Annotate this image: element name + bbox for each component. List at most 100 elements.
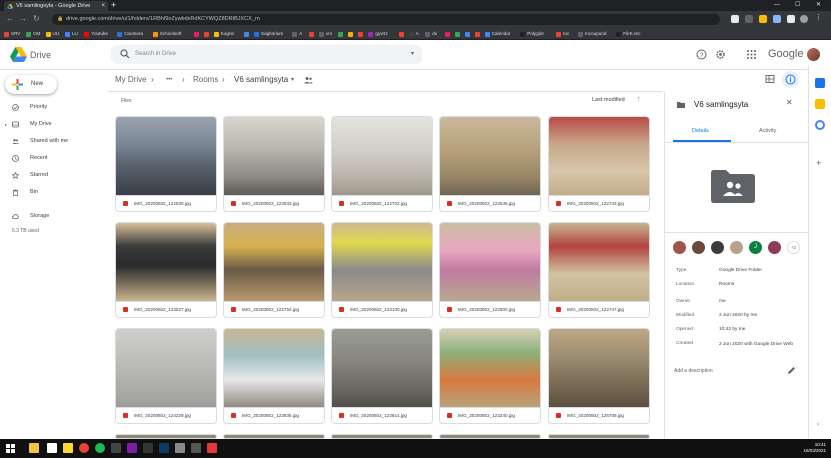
folder-dropdown-icon[interactable]: ▾ — [291, 74, 294, 86]
file-thumbnail[interactable] — [549, 223, 649, 301]
file-thumbnail[interactable] — [332, 117, 432, 195]
file-card[interactable]: IMG_20200602_122800.jpg — [439, 222, 541, 318]
bookmark-item[interactable]: Sagborium — [254, 30, 283, 38]
photoshop-icon[interactable] — [159, 443, 169, 453]
browser-tab-active[interactable]: V6 samlingsyta - Google Drive × — [4, 1, 108, 11]
sort-control[interactable]: Last modified ↑ — [592, 96, 641, 103]
file-name-row[interactable]: IMG_20200602_123027.jpg — [116, 301, 216, 317]
file-name-row[interactable]: IMG_20200602_124229.jpg — [116, 407, 216, 423]
file-name-row[interactable]: IMG_20200602_125708.jpg — [549, 407, 649, 423]
bookmark-item[interactable]: gyvrtz — [368, 30, 388, 38]
edit-pencil-icon[interactable] — [787, 366, 796, 375]
app-icon[interactable] — [175, 443, 185, 453]
bookmark-item[interactable] — [348, 30, 355, 38]
bookmark-item[interactable]: Calendar — [484, 30, 510, 38]
chrome-icon[interactable] — [79, 443, 89, 453]
drive-logo-icon[interactable] — [10, 47, 27, 62]
file-card[interactable]: IMG_20200602_123240.jpg — [439, 328, 541, 424]
taskbar-clock[interactable]: 10:41 16/03/2021 — [792, 442, 826, 454]
tab-activity[interactable]: Activity — [759, 128, 776, 134]
help-icon[interactable]: ? — [696, 49, 707, 60]
bookmark-item[interactable] — [244, 30, 251, 38]
bookmark-item[interactable] — [193, 30, 201, 38]
tab-details[interactable]: Details — [692, 128, 709, 134]
file-name-row[interactable]: IMG_20200602_123835.jpg — [224, 407, 324, 423]
bookmark-item[interactable]: SRV — [4, 30, 20, 38]
bookmark-item[interactable] — [309, 30, 316, 38]
bookmark-item[interactable] — [398, 30, 406, 38]
file-thumbnail[interactable] — [116, 117, 216, 195]
file-name-row[interactable]: IMG_20200602_122633.jpg — [224, 195, 324, 211]
sidebar-item-my-drive[interactable]: ▸ My Drive — [0, 119, 104, 130]
search-options-icon[interactable]: ▾ — [411, 45, 414, 64]
maximize-icon[interactable]: ☐ — [795, 0, 800, 11]
file-name-row[interactable]: IMG_20200602_122743.jpg — [549, 195, 649, 211]
app-icon[interactable] — [63, 443, 73, 453]
bookmark-item[interactable]: UU — [45, 30, 59, 38]
spotify-icon[interactable] — [95, 443, 105, 453]
sidebar-item-priority[interactable]: Priority — [0, 102, 104, 113]
bookmark-item[interactable]: dx — [425, 30, 437, 38]
breadcrumb-rooms[interactable]: Rooms — [193, 74, 218, 86]
info-toggle[interactable] — [782, 71, 799, 88]
file-thumbnail[interactable] — [224, 329, 324, 407]
keep-icon[interactable] — [815, 99, 825, 109]
forward-icon[interactable]: → — [19, 14, 27, 24]
property-value[interactable]: Rooms — [719, 282, 734, 287]
file-thumbnail[interactable] — [116, 329, 216, 407]
file-explorer-icon[interactable] — [29, 443, 39, 453]
search-icon[interactable] — [120, 49, 130, 59]
file-name-row[interactable]: IMG_20200602_122800.jpg — [440, 301, 540, 317]
bookmark-item[interactable] — [464, 30, 472, 38]
bookmark-item[interactable]: Polyglot — [520, 30, 544, 38]
back-icon[interactable]: ← — [6, 14, 14, 24]
app-icon[interactable] — [47, 443, 57, 453]
sidebar-item-bin[interactable]: Bin — [0, 187, 104, 198]
bookmark-item[interactable]: A — [408, 30, 419, 38]
drive-brand[interactable]: Drive — [30, 50, 51, 60]
file-thumbnail[interactable] — [440, 117, 540, 195]
more-people-button[interactable]: +2 — [787, 241, 800, 254]
tasks-icon[interactable] — [815, 120, 825, 130]
get-addons-icon[interactable]: + — [816, 158, 821, 168]
breadcrumb-ellipsis-icon[interactable]: ••• — [166, 74, 172, 86]
apps-icon[interactable] — [746, 49, 757, 60]
file-name-row[interactable]: IMG_20200602_122747.jpg — [549, 301, 649, 317]
file-name-row[interactable]: IMG_20200602_123240.jpg — [440, 407, 540, 423]
file-card[interactable]: IMG_20200602_124229.jpg — [115, 328, 217, 424]
bookmark-item[interactable]: Incoupond — [578, 30, 606, 38]
file-name-row[interactable]: IMG_20200602_122545.jpg — [440, 195, 540, 211]
file-thumbnail[interactable] — [332, 223, 432, 301]
sort-direction-icon[interactable]: ↑ — [637, 96, 641, 103]
file-card[interactable]: IMG_20200602_125708.jpg — [548, 328, 650, 424]
file-card[interactable]: IMG_20200602_122530.jpg — [115, 116, 217, 212]
file-thumbnail[interactable] — [549, 117, 649, 195]
app-icon[interactable] — [191, 443, 201, 453]
extension-icon[interactable] — [759, 15, 767, 23]
file-thumbnail[interactable] — [332, 329, 432, 407]
file-card[interactable]: IMG_20200602_122747.jpg — [548, 222, 650, 318]
bookmark-item[interactable] — [444, 30, 452, 38]
file-name-row[interactable]: IMG_20200602_122752.jpg — [224, 301, 324, 317]
bookmark-item[interactable]: Youtube — [84, 30, 108, 38]
file-card[interactable]: IMG_20200602_122633.jpg — [223, 116, 325, 212]
bookmark-item[interactable]: Kognit — [213, 30, 234, 38]
bookmark-item[interactable]: Schoolsoft — [152, 30, 181, 38]
collapse-panel-icon[interactable]: › — [817, 422, 819, 428]
windows-start-icon[interactable] — [6, 444, 15, 453]
app-icon[interactable] — [207, 443, 217, 453]
file-thumbnail[interactable] — [116, 223, 216, 301]
puzzle-icon[interactable] — [787, 15, 795, 23]
sidebar-item-starred[interactable]: Starred — [0, 170, 104, 181]
scrollbar[interactable] — [657, 95, 661, 435]
file-card[interactable]: IMG_20200602_122743.jpg — [548, 116, 650, 212]
file-thumbnail[interactable] — [440, 223, 540, 301]
bookmark-item[interactable]: roc — [555, 30, 569, 38]
bookmark-item[interactable] — [474, 30, 482, 38]
file-card[interactable]: IMG_20200602_122752.jpg — [223, 222, 325, 318]
account-avatar[interactable] — [807, 48, 820, 61]
file-card[interactable]: IMG_20200602_123814.jpg — [331, 328, 433, 424]
close-details-icon[interactable]: ✕ — [786, 98, 793, 107]
file-name-row[interactable]: IMG_20200602_122530.jpg — [116, 195, 216, 211]
person-avatar[interactable] — [768, 241, 781, 254]
